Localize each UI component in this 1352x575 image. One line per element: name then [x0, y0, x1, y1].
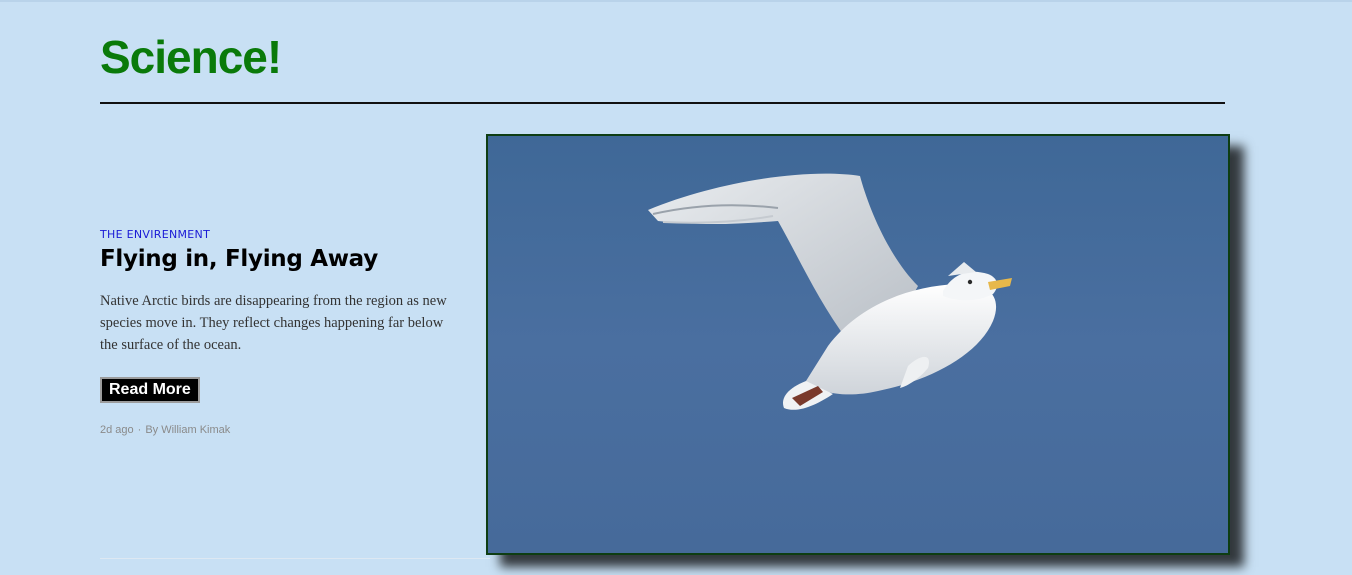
next-article-divider [100, 558, 490, 559]
article-image[interactable] [486, 134, 1230, 555]
meta-separator: · [137, 424, 142, 436]
section-title: Science! [100, 31, 282, 83]
title-divider [100, 102, 1225, 104]
article-summary: Native Arctic birds are disappearing fro… [100, 293, 447, 353]
article-byline[interactable]: By William Kimak [145, 424, 230, 436]
seagull-photo-icon [648, 173, 1012, 410]
article-headline[interactable]: Flying in, Flying Away [100, 246, 378, 272]
science-section: Science! THE ENVIRENMENT Flying in, Flyi… [0, 0, 1352, 575]
article-age: 2d ago [100, 424, 134, 436]
article-meta: 2d ago · By William Kimak [100, 424, 230, 436]
article-category[interactable]: THE ENVIRENMENT [100, 228, 210, 241]
read-more-button[interactable]: Read More [100, 377, 200, 403]
